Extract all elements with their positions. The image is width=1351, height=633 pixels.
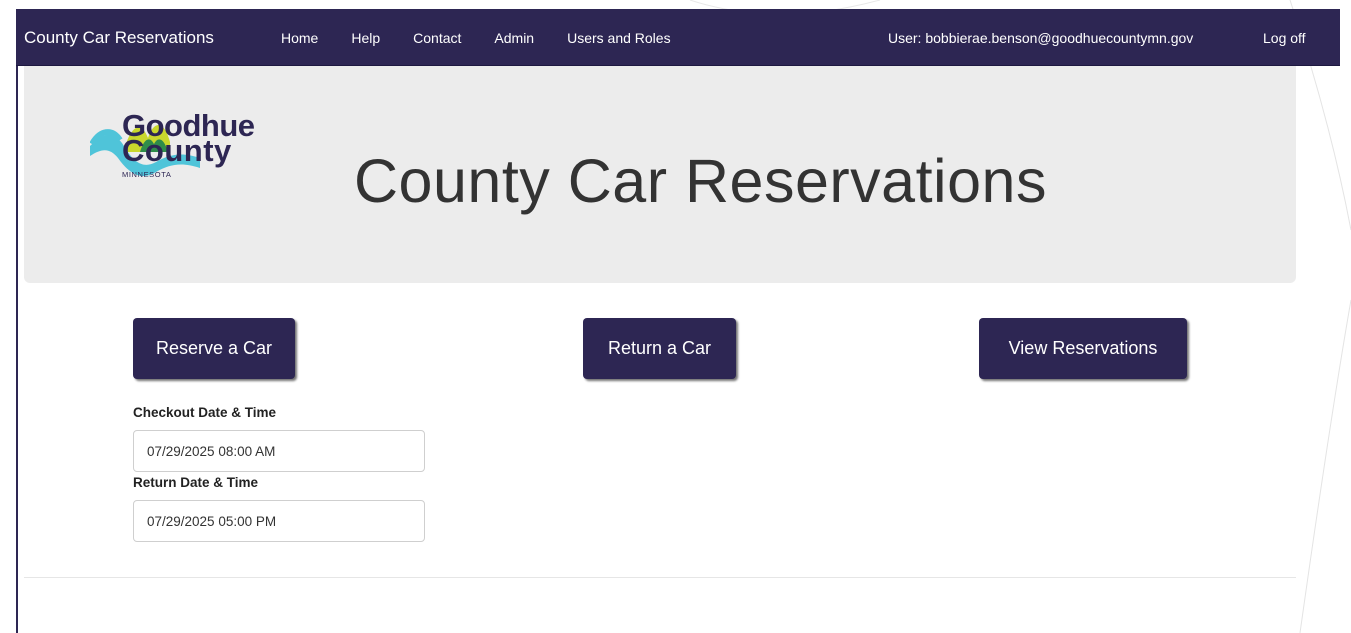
return-datetime-input[interactable] xyxy=(133,500,425,542)
nav-link-home[interactable]: Home xyxy=(281,30,318,46)
checkout-datetime-input[interactable] xyxy=(133,430,425,472)
page-title: County Car Reservations xyxy=(354,147,1047,215)
nav-link-contact[interactable]: Contact xyxy=(413,30,461,46)
hero-banner: Goodhue County MINNESOTA County Car Rese… xyxy=(24,66,1296,283)
left-border xyxy=(16,66,18,633)
view-reservations-button[interactable]: View Reservations xyxy=(979,318,1187,379)
content-divider xyxy=(24,577,1296,578)
return-a-car-button[interactable]: Return a Car xyxy=(583,318,736,379)
top-navbar: County Car Reservations Home Help Contac… xyxy=(16,9,1340,66)
nav-link-help[interactable]: Help xyxy=(351,30,380,46)
return-datetime-label: Return Date & Time xyxy=(133,475,259,490)
nav-link-users-and-roles[interactable]: Users and Roles xyxy=(567,30,671,46)
logo-text-county: County xyxy=(122,133,232,168)
nav-link-admin[interactable]: Admin xyxy=(494,30,534,46)
checkout-datetime-label: Checkout Date & Time xyxy=(133,405,277,420)
navbar-brand[interactable]: County Car Reservations xyxy=(24,28,214,48)
reserve-a-car-button[interactable]: Reserve a Car xyxy=(133,318,295,379)
current-user: User: bobbierae.benson@goodhuecountymn.g… xyxy=(888,30,1194,46)
page: County Car Reservations Home Help Contac… xyxy=(0,0,1351,633)
nav-links: Home Help Contact Admin Users and Roles xyxy=(281,30,704,46)
log-off-link[interactable]: Log off xyxy=(1263,30,1306,46)
logo-text-minnesota: MINNESOTA xyxy=(122,170,172,179)
